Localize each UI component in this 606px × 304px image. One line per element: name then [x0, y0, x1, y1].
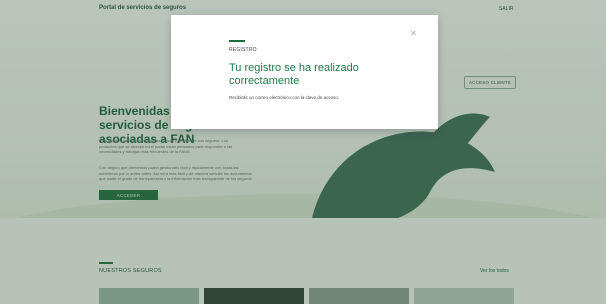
registration-modal: ✕ REGISTRO Tu registro se ha realizado c… [171, 15, 438, 129]
modal-text: Recibirás un correo electrónico con la c… [229, 95, 340, 100]
modal-eyebrow: REGISTRO [229, 47, 257, 53]
modal-title: Tu registro se ha realizado correctament… [229, 62, 359, 87]
close-icon[interactable]: ✕ [410, 30, 417, 38]
modal-accent-bar [229, 40, 245, 42]
